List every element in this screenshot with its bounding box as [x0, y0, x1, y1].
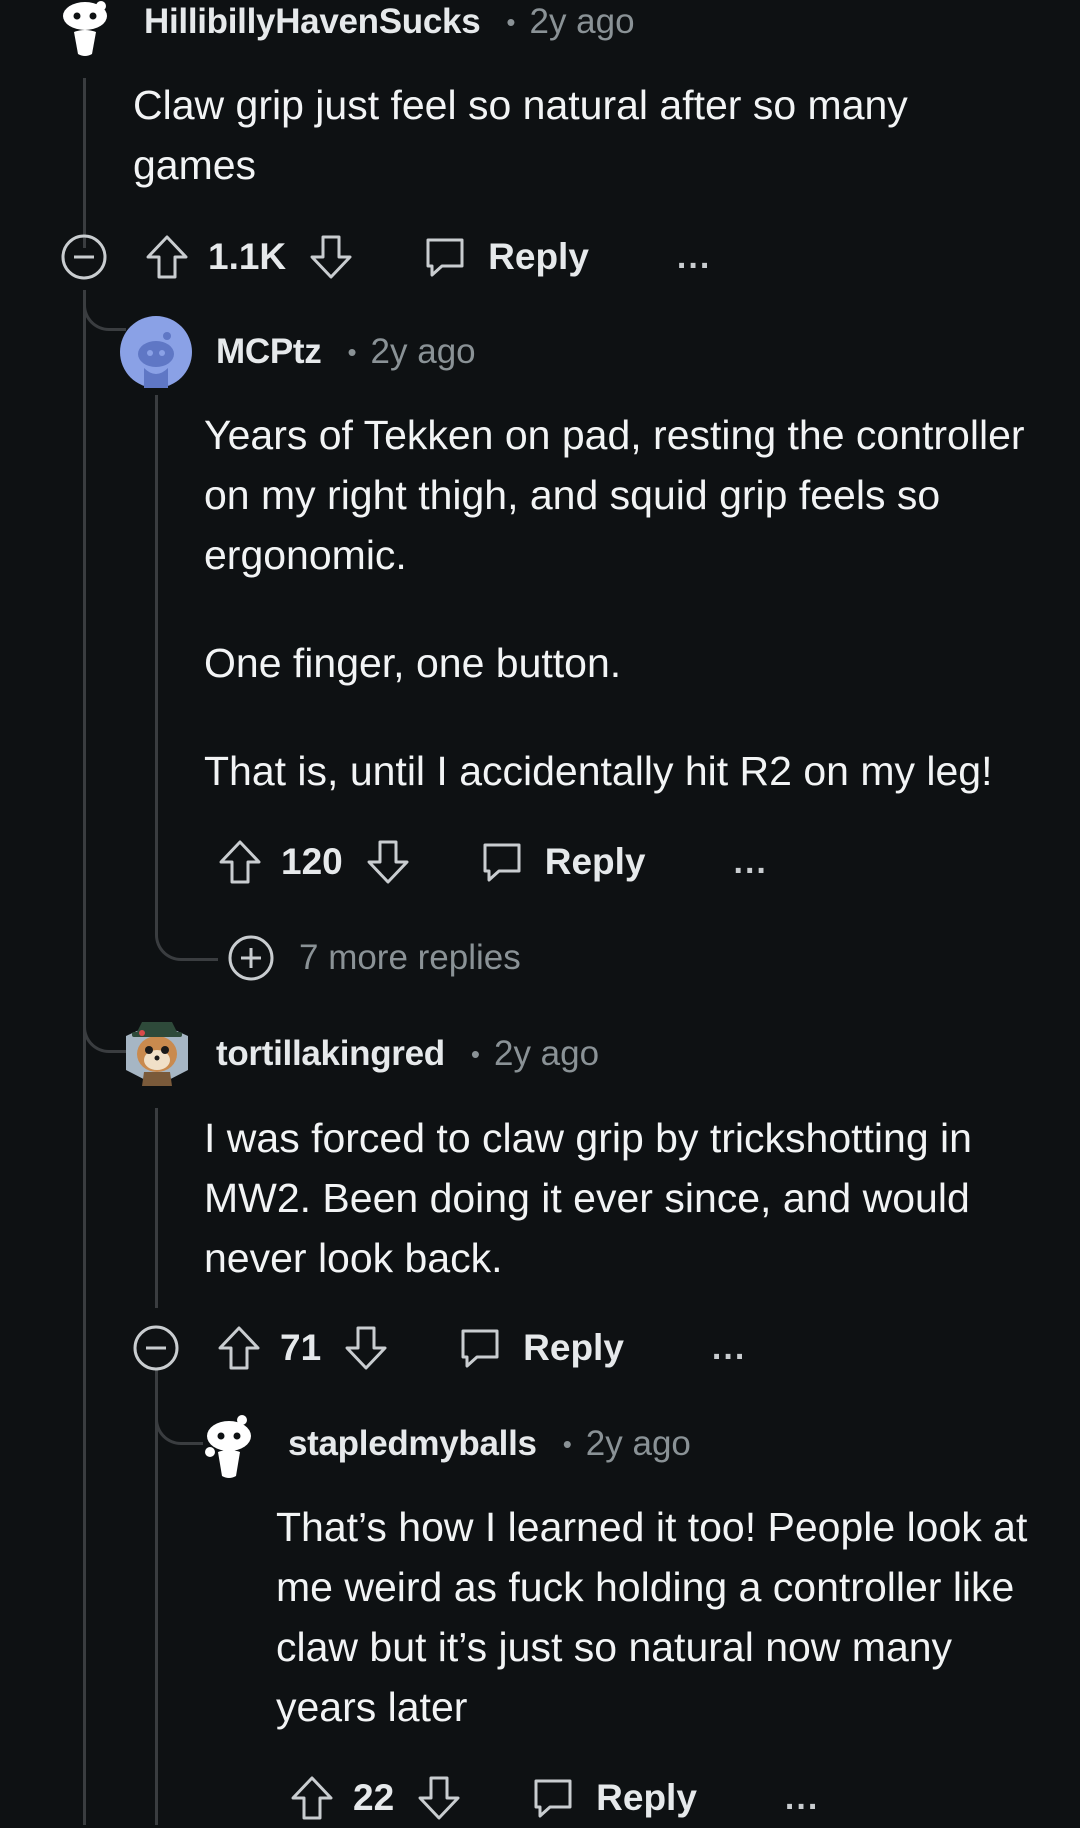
vote-score: 71: [280, 1327, 322, 1368]
collapse-icon[interactable]: [132, 1324, 180, 1372]
comment-header: stapledmyballs • 2y ago: [288, 1422, 691, 1466]
timestamp: 2y ago: [585, 1424, 691, 1463]
comment-header: MCPtz • 2y ago: [216, 330, 476, 374]
separator-dot: •: [562, 1428, 572, 1459]
thread-line-root-lower: [83, 290, 86, 1825]
snoo-avatar: [63, 1, 107, 56]
snoo-avatar: [205, 1415, 251, 1478]
separator-dot: •: [470, 1038, 480, 1069]
reply-label: Reply: [596, 1777, 697, 1818]
avatar[interactable]: [58, 0, 112, 60]
comment-body: I was forced to claw grip by trickshotti…: [204, 1108, 1034, 1288]
reply-button[interactable]: Reply: [422, 234, 589, 280]
reply-button[interactable]: Reply: [457, 1325, 624, 1371]
username[interactable]: MCPtz: [216, 332, 322, 372]
more-icon[interactable]: ...: [734, 843, 768, 882]
separator-dot: •: [506, 6, 516, 37]
more-replies-label: 7 more replies: [299, 938, 521, 977]
avatar[interactable]: [120, 316, 192, 388]
separator-dot: •: [347, 336, 357, 367]
comment-header: tortillakingred • 2y ago: [216, 1032, 599, 1076]
more-icon[interactable]: ...: [677, 238, 711, 277]
thread-line-tortilla: [155, 1108, 158, 1308]
avatar[interactable]: [202, 1412, 256, 1482]
comment-paragraph: Claw grip just feel so natural after so …: [133, 82, 908, 188]
more-replies-button[interactable]: 7 more replies: [227, 934, 521, 982]
collapse-icon[interactable]: [60, 233, 108, 281]
vote-score: 120: [281, 841, 343, 882]
reply-label: Reply: [523, 1327, 624, 1368]
username[interactable]: HillibillyHavenSucks: [144, 2, 481, 42]
thread-line-root: [83, 78, 86, 248]
reply-button[interactable]: Reply: [479, 839, 646, 885]
thread-line-mcptz: [155, 395, 158, 925]
upvote-icon[interactable]: [289, 1775, 335, 1821]
snoo-avatar: [120, 316, 192, 388]
thread-line-tortilla-lower: [155, 1395, 158, 1825]
timestamp: 2y ago: [370, 332, 476, 371]
avatar[interactable]: [122, 1010, 192, 1090]
comment-paragraph: Years of Tekken on pad, resting the cont…: [204, 412, 1025, 578]
comment-actions: 22 Reply ...: [289, 1768, 819, 1828]
downvote-icon[interactable]: [365, 839, 411, 885]
more-icon[interactable]: ...: [785, 1779, 819, 1818]
downvote-icon[interactable]: [343, 1325, 389, 1371]
comment-paragraph: I was forced to claw grip by trickshotti…: [204, 1115, 972, 1281]
thread-branch-more-replies: [155, 900, 218, 961]
thread-branch-stapled: [155, 1370, 203, 1445]
reply-icon: [530, 1775, 576, 1821]
timestamp: 2y ago: [493, 1034, 600, 1073]
thread-branch-tortilla: [83, 1010, 126, 1053]
reply-icon: [457, 1325, 503, 1371]
reply-icon: [479, 839, 525, 885]
comment-actions: 71 Reply ...: [132, 1318, 746, 1378]
comment-header: HillibillyHavenSucks • 2y ago: [144, 0, 635, 44]
timestamp: 2y ago: [529, 2, 635, 41]
more-icon[interactable]: ...: [712, 1329, 746, 1368]
upvote-icon[interactable]: [216, 1325, 262, 1371]
comment-paragraph: That is, until I accidentally hit R2 on …: [204, 748, 993, 794]
reply-button[interactable]: Reply: [530, 1775, 697, 1821]
vote-score: 22: [353, 1777, 395, 1818]
comment-actions: 120 Reply ...: [217, 832, 768, 892]
username[interactable]: stapledmyballs: [288, 1424, 537, 1464]
vote-score: 1.1K: [208, 236, 287, 277]
snoo-avatar: [126, 1022, 188, 1086]
comment-paragraph: One finger, one button.: [204, 640, 622, 686]
upvote-icon[interactable]: [217, 839, 263, 885]
reply-label: Reply: [488, 236, 589, 277]
username[interactable]: tortillakingred: [216, 1034, 445, 1074]
downvote-icon[interactable]: [308, 234, 354, 280]
comment-body: Claw grip just feel so natural after so …: [133, 75, 973, 195]
comment-body: Years of Tekken on pad, resting the cont…: [204, 405, 1044, 801]
comment-actions: 1.1K Reply ...: [60, 227, 711, 287]
reply-label: Reply: [544, 841, 646, 882]
reply-icon: [422, 234, 468, 280]
comment-paragraph: That’s how I learned it too! People look…: [276, 1504, 1028, 1730]
comment-body: That’s how I learned it too! People look…: [276, 1497, 1036, 1737]
downvote-icon[interactable]: [416, 1775, 462, 1821]
upvote-icon[interactable]: [144, 234, 190, 280]
expand-icon: [227, 934, 275, 982]
